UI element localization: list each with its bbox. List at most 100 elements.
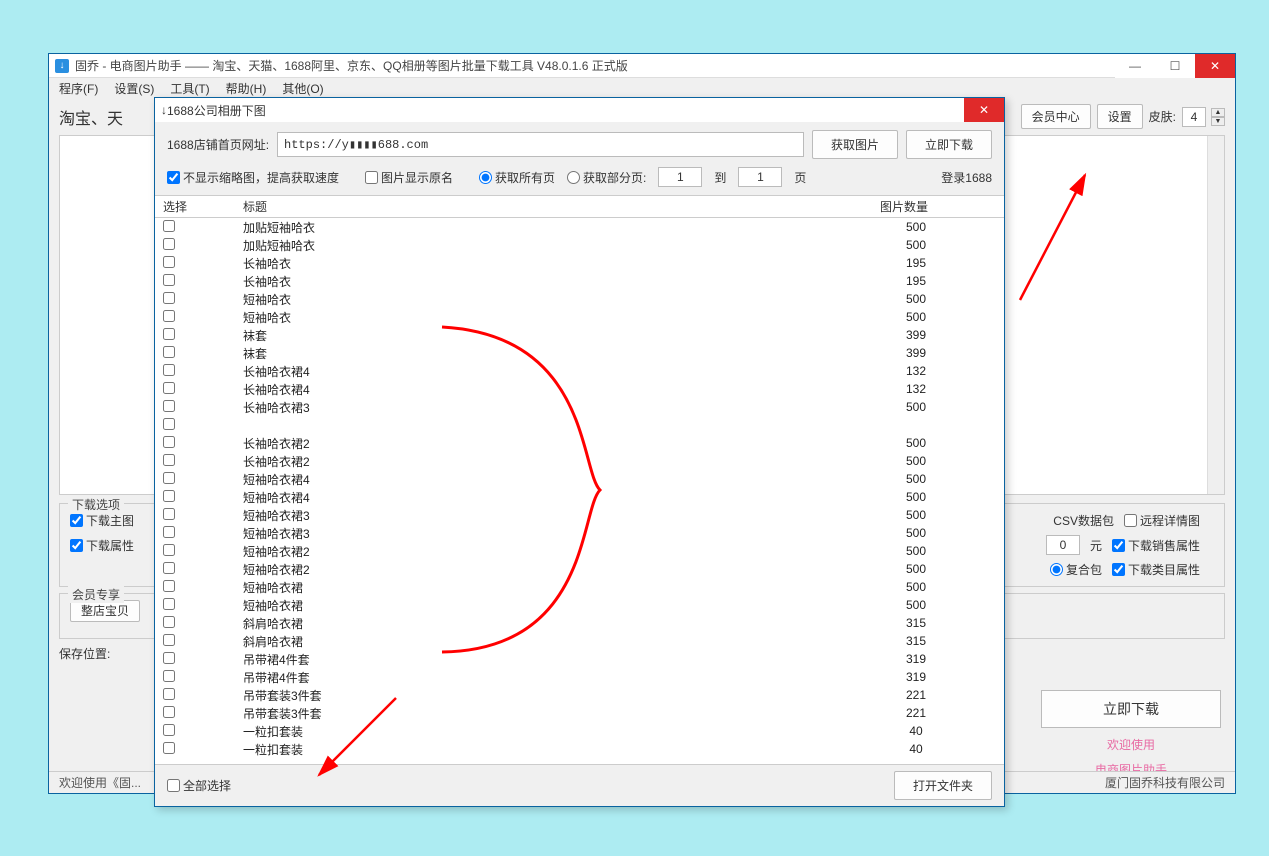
download-now-button[interactable]: 立即下载 [906, 130, 992, 159]
row-checkbox[interactable] [163, 274, 175, 286]
table-row[interactable]: 袜套399 [155, 344, 1004, 362]
row-checkbox[interactable] [163, 724, 175, 736]
table-row[interactable]: 吊带裙4件套319 [155, 650, 1004, 668]
table-row[interactable]: 长袖哈衣裙3500 [155, 398, 1004, 416]
chk-sale-attr[interactable]: 下载销售属性 [1112, 537, 1200, 554]
table-row[interactable]: 短袖哈衣裙500 [155, 578, 1004, 596]
chk-cat-attr[interactable]: 下载类目属性 [1112, 561, 1200, 578]
row-checkbox[interactable] [163, 742, 175, 754]
table-row[interactable] [155, 416, 1004, 434]
table-row[interactable]: 袜套399 [155, 326, 1004, 344]
table-row[interactable]: 短袖哈衣裙500 [155, 596, 1004, 614]
row-count: 500 [836, 292, 996, 306]
row-checkbox[interactable] [163, 688, 175, 700]
table-row[interactable]: 斜肩哈衣裙315 [155, 632, 1004, 650]
table-row[interactable]: 短袖哈衣裙2500 [155, 542, 1004, 560]
price-input[interactable]: 0 [1046, 535, 1080, 555]
table-row[interactable]: 加贴短袖哈衣500 [155, 218, 1004, 236]
row-checkbox[interactable] [163, 418, 175, 430]
row-checkbox[interactable] [163, 454, 175, 466]
row-checkbox[interactable] [163, 472, 175, 484]
row-count: 500 [836, 544, 996, 558]
row-checkbox[interactable] [163, 436, 175, 448]
radio-compound[interactable]: 复合包 [1050, 561, 1102, 578]
table-row[interactable]: 短袖哈衣裙3500 [155, 524, 1004, 542]
row-checkbox[interactable] [163, 310, 175, 322]
maximize-button[interactable] [1155, 54, 1195, 78]
menu-tools[interactable]: 工具(T) [170, 80, 209, 97]
table-row[interactable]: 短袖哈衣裙3500 [155, 506, 1004, 524]
settings-button[interactable]: 设置 [1097, 104, 1143, 129]
row-checkbox[interactable] [163, 256, 175, 268]
menu-settings[interactable]: 设置(S) [114, 80, 154, 97]
fetch-images-button[interactable]: 获取图片 [812, 130, 898, 159]
url-input[interactable]: https://y▮▮▮▮688.com [277, 132, 804, 157]
row-checkbox[interactable] [163, 400, 175, 412]
row-title: 吊带裙4件套 [243, 651, 836, 668]
chk-no-thumb[interactable]: 不显示缩略图，提高获取速度 [167, 169, 339, 186]
row-checkbox[interactable] [163, 508, 175, 520]
row-checkbox[interactable] [163, 220, 175, 232]
open-folder-button[interactable]: 打开文件夹 [894, 771, 992, 800]
menu-other[interactable]: 其他(O) [282, 80, 323, 97]
dialog-close-button[interactable] [964, 98, 1004, 122]
table-row[interactable]: 短袖哈衣500 [155, 290, 1004, 308]
row-checkbox[interactable] [163, 706, 175, 718]
skin-value[interactable]: 4 [1182, 107, 1206, 127]
table-row[interactable]: 一粒扣套装40 [155, 722, 1004, 740]
chk-download-attr[interactable]: 下载属性 [70, 537, 134, 554]
table-row[interactable]: 短袖哈衣裙4500 [155, 470, 1004, 488]
table-row[interactable]: 吊带裙4件套319 [155, 668, 1004, 686]
close-button[interactable] [1195, 54, 1235, 78]
radio-fetch-all[interactable]: 获取所有页 [479, 169, 555, 186]
table-row[interactable]: 短袖哈衣裙2500 [155, 560, 1004, 578]
chk-select-all[interactable]: 全部选择 [167, 777, 231, 794]
row-checkbox[interactable] [163, 364, 175, 376]
row-checkbox[interactable] [163, 652, 175, 664]
whole-store-button[interactable]: 整店宝贝 [70, 600, 140, 622]
login-1688-link[interactable]: 登录1688 [941, 169, 992, 186]
table-row[interactable]: 一粒扣套装40 [155, 740, 1004, 758]
row-checkbox[interactable] [163, 670, 175, 682]
chk-remote-detail[interactable]: 远程详情图 [1124, 512, 1200, 529]
member-center-button[interactable]: 会员中心 [1021, 104, 1091, 129]
chk-show-orig-name[interactable]: 图片显示原名 [365, 169, 453, 186]
table-row[interactable]: 长袖哈衣裙4132 [155, 380, 1004, 398]
skin-spinner[interactable]: ▲▼ [1211, 108, 1225, 126]
table-row[interactable]: 长袖哈衣195 [155, 254, 1004, 272]
row-checkbox[interactable] [163, 616, 175, 628]
table-body[interactable]: 加贴短袖哈衣500加贴短袖哈衣500长袖哈衣195长袖哈衣195短袖哈衣500短… [155, 218, 1004, 764]
chk-download-main[interactable]: 下载主图 [70, 512, 134, 529]
table-row[interactable]: 长袖哈衣裙2500 [155, 434, 1004, 452]
minimize-button[interactable] [1115, 54, 1155, 78]
menu-help[interactable]: 帮助(H) [226, 80, 267, 97]
radio-fetch-part[interactable]: 获取部分页: [567, 169, 646, 186]
table-row[interactable]: 短袖哈衣500 [155, 308, 1004, 326]
row-checkbox[interactable] [163, 580, 175, 592]
table-row[interactable]: 加贴短袖哈衣500 [155, 236, 1004, 254]
row-checkbox[interactable] [163, 292, 175, 304]
table-row[interactable]: 吊带套装3件套221 [155, 704, 1004, 722]
table-row[interactable]: 长袖哈衣裙2500 [155, 452, 1004, 470]
row-checkbox[interactable] [163, 238, 175, 250]
table-row[interactable]: 长袖哈衣裙4132 [155, 362, 1004, 380]
row-checkbox[interactable] [163, 598, 175, 610]
row-checkbox[interactable] [163, 328, 175, 340]
row-checkbox[interactable] [163, 562, 175, 574]
page-from-input[interactable]: 1 [658, 167, 702, 187]
row-checkbox[interactable] [163, 346, 175, 358]
row-checkbox[interactable] [163, 526, 175, 538]
window-controls [1115, 54, 1235, 78]
page-to-input[interactable]: 1 [738, 167, 782, 187]
row-checkbox[interactable] [163, 490, 175, 502]
table-row[interactable]: 吊带套装3件套221 [155, 686, 1004, 704]
row-checkbox[interactable] [163, 382, 175, 394]
row-count: 500 [836, 400, 996, 414]
menu-program[interactable]: 程序(F) [59, 80, 98, 97]
table-row[interactable]: 短袖哈衣裙4500 [155, 488, 1004, 506]
table-row[interactable]: 长袖哈衣195 [155, 272, 1004, 290]
row-checkbox[interactable] [163, 634, 175, 646]
row-checkbox[interactable] [163, 544, 175, 556]
table-row[interactable]: 斜肩哈衣裙315 [155, 614, 1004, 632]
main-download-button[interactable]: 立即下载 [1041, 690, 1221, 728]
